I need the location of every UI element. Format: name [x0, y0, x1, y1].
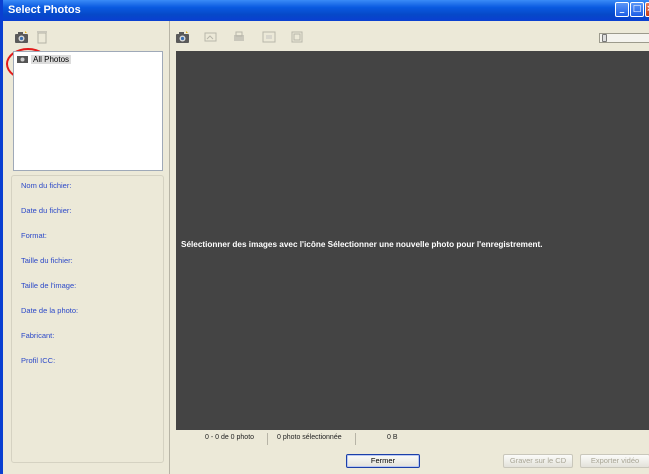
title-bar[interactable]: Select Photos _ □ × [3, 0, 649, 21]
status-selected: 0 photo sélectionnée [277, 434, 342, 441]
fit-button[interactable] [259, 27, 279, 47]
select-photo-icon [15, 31, 28, 43]
burn-cd-button[interactable]: Graver sur le CD [503, 454, 573, 468]
maximize-icon: □ [632, 4, 642, 14]
close-window-button[interactable]: × [645, 2, 649, 17]
left-panel: All Photos Nom du fichier: Date du fichi… [6, 21, 169, 474]
viewer-instruction: Sélectionner des images avec l'icône Sél… [181, 240, 543, 249]
print-icon [234, 31, 244, 41]
status-photo-count: 0 - 0 de 0 photo [205, 434, 255, 441]
photo-tree[interactable]: All Photos [13, 51, 163, 171]
select-new-photo-button[interactable] [12, 27, 32, 47]
fullscreen-icon [291, 31, 303, 43]
info-label-manufacturer: Fabricant: [21, 331, 55, 340]
info-label-file-date: Date du fichier: [21, 206, 72, 215]
rotate-button[interactable] [201, 27, 221, 47]
minimize-button[interactable]: _ [615, 2, 629, 17]
viewer-toolbar [173, 27, 648, 47]
info-label-file-size: Taille du fichier: [21, 256, 73, 265]
rotate-icon [204, 32, 217, 42]
zoom-slider-thumb[interactable] [602, 34, 607, 42]
print-button[interactable] [229, 27, 249, 47]
info-label-photo-date: Date de la photo: [21, 306, 79, 315]
tree-item-label: All Photos [31, 54, 72, 64]
info-label-format: Format: [21, 231, 47, 240]
close-button[interactable]: Fermer [346, 454, 420, 468]
minimize-icon: _ [619, 4, 625, 14]
select-new-photo-button-right[interactable] [173, 27, 193, 47]
info-label-filename: Nom du fichier: [21, 181, 72, 190]
delete-icon [37, 31, 47, 44]
left-toolbar [6, 27, 166, 49]
select-photo-icon [176, 31, 189, 43]
select-photos-window: Select Photos _ □ × [0, 0, 649, 474]
fit-icon [262, 31, 276, 43]
zoom-slider[interactable] [599, 33, 649, 43]
photo-viewer[interactable]: Sélectionner des images avec l'icône Sél… [176, 51, 649, 430]
export-video-button[interactable]: Exporter vidéo [580, 454, 649, 468]
window-title: Select Photos [8, 4, 81, 16]
status-size: 0 B [387, 434, 398, 441]
tree-item-all-photos[interactable]: All Photos [17, 54, 72, 64]
status-divider [355, 433, 356, 445]
status-bar: 0 - 0 de 0 photo 0 photo sélectionnée 0 … [176, 433, 649, 445]
file-info-panel: Nom du fichier: Date du fichier: Format:… [11, 175, 164, 463]
photo-folder-icon [17, 56, 28, 63]
info-label-image-size: Taille de l'image: [21, 281, 77, 290]
maximize-button[interactable]: □ [630, 2, 644, 17]
info-label-icc-profile: Profil ICC: [21, 356, 56, 365]
panel-divider[interactable] [169, 21, 170, 474]
fullscreen-button[interactable] [287, 27, 307, 47]
status-divider [267, 433, 268, 445]
delete-photo-button[interactable] [32, 27, 52, 47]
